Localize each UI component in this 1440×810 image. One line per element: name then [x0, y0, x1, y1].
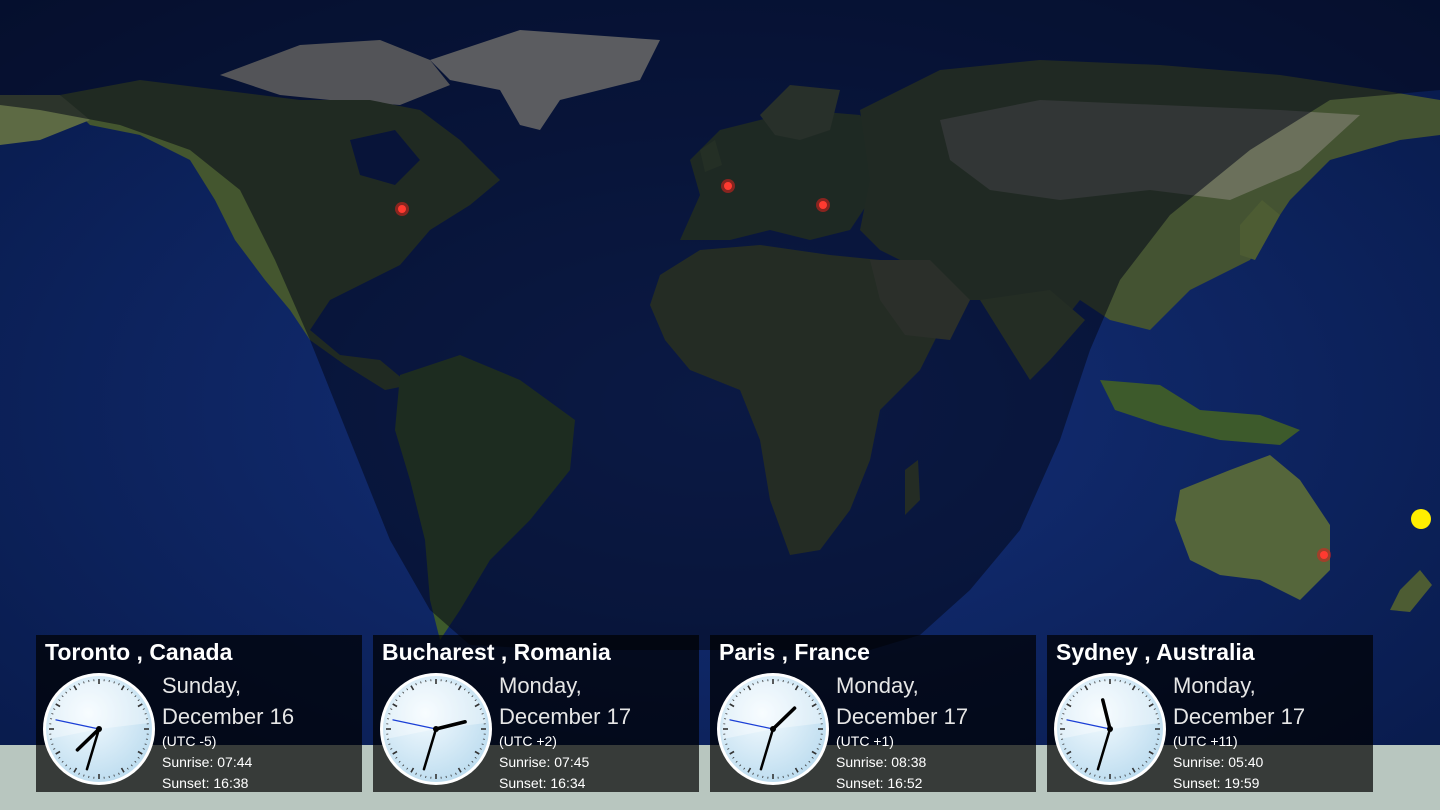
marker-toronto[interactable]	[395, 202, 409, 216]
sunset-time: Sunset: 16:34	[499, 775, 586, 791]
sunset-time: Sunset: 16:38	[162, 775, 249, 791]
utc-offset: (UTC -5)	[162, 733, 217, 749]
sunrise-time: Sunrise: 07:44	[162, 754, 253, 770]
sunrise-time: Sunrise: 08:38	[836, 754, 927, 770]
clock-center	[1107, 726, 1113, 732]
sunrise-time: Sunrise: 07:45	[499, 754, 590, 770]
sun-position-icon	[1411, 509, 1431, 529]
city-title: Toronto , Canada	[45, 639, 233, 665]
utc-offset: (UTC +1)	[836, 733, 894, 749]
sunset-time: Sunset: 19:59	[1173, 775, 1260, 791]
city-card-bucharest[interactable]: Bucharest , Romania Monday, December 17 …	[373, 635, 699, 792]
city-card-paris[interactable]: Paris , France Monday, December 17 (UTC …	[710, 635, 1036, 792]
clock-center	[770, 726, 776, 732]
weekday: Monday,	[499, 673, 582, 698]
marker-sydney[interactable]	[1317, 548, 1331, 562]
weekday: Sunday,	[162, 673, 242, 698]
analog-clock-icon	[717, 673, 829, 785]
date: December 17	[1173, 704, 1306, 729]
city-card-toronto[interactable]: Toronto , Canada Sunday, December 16 (UT…	[36, 635, 362, 792]
weekday: Monday,	[836, 673, 919, 698]
marker-bucharest[interactable]	[816, 198, 830, 212]
analog-clock-icon	[380, 673, 492, 785]
city-title: Sydney , Australia	[1056, 639, 1255, 665]
city-title: Bucharest , Romania	[382, 639, 611, 665]
sunset-time: Sunset: 16:52	[836, 775, 923, 791]
analog-clock-icon	[1054, 673, 1166, 785]
weekday: Monday,	[1173, 673, 1256, 698]
date: December 16	[162, 704, 295, 729]
marker-paris[interactable]	[721, 179, 735, 193]
date: December 17	[499, 704, 632, 729]
clock-center	[433, 726, 439, 732]
city-title: Paris , France	[719, 639, 870, 665]
clock-center	[96, 726, 102, 732]
utc-offset: (UTC +11)	[1173, 733, 1238, 749]
sunrise-time: Sunrise: 05:40	[1173, 754, 1264, 770]
analog-clock-icon	[43, 673, 155, 785]
date: December 17	[836, 704, 969, 729]
utc-offset: (UTC +2)	[499, 733, 557, 749]
city-card-sydney[interactable]: Sydney , Australia Monday, December 17 (…	[1047, 635, 1373, 792]
